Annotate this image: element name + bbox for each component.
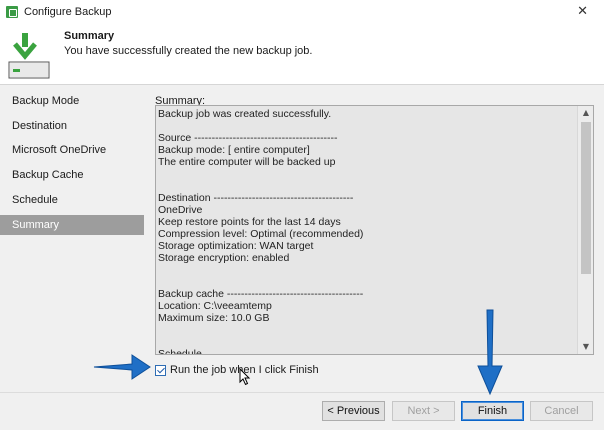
- close-icon[interactable]: ✕: [577, 4, 588, 19]
- scroll-up-icon[interactable]: ▲: [578, 106, 593, 120]
- annotation-arrow-right-icon: [93, 354, 151, 380]
- sidebar-item-backup-cache[interactable]: Backup Cache: [0, 165, 144, 185]
- app-icon: [6, 6, 18, 18]
- sidebar-item-microsoft-onedrive[interactable]: Microsoft OneDrive: [0, 140, 144, 160]
- next-button[interactable]: Next >: [392, 401, 455, 421]
- summary-text: Backup job was created successfully. Sou…: [158, 108, 364, 355]
- run-job-option: Run the job when I click Finish: [155, 364, 319, 376]
- sidebar-item-schedule[interactable]: Schedule: [0, 190, 144, 210]
- page-title: Summary: [64, 30, 115, 42]
- scroll-down-icon[interactable]: ▼: [578, 340, 593, 354]
- download-drive-icon: [8, 33, 50, 79]
- wizard-sidebar: Backup Mode Destination Microsoft OneDri…: [0, 85, 146, 392]
- summary-scrollbar[interactable]: ▲ ▼: [577, 106, 593, 354]
- title-bar: Configure Backup ✕: [0, 0, 604, 24]
- footer-divider: [0, 392, 604, 393]
- cancel-button[interactable]: Cancel: [530, 401, 593, 421]
- summary-textbox[interactable]: Backup job was created successfully. Sou…: [155, 105, 594, 355]
- finish-button[interactable]: Finish: [461, 401, 524, 421]
- scroll-thumb[interactable]: [581, 122, 591, 274]
- previous-button[interactable]: < Previous: [322, 401, 385, 421]
- page-subtitle: You have successfully created the new ba…: [64, 45, 313, 57]
- sidebar-item-destination[interactable]: Destination: [0, 116, 144, 136]
- wizard-header: Summary You have successfully created th…: [0, 24, 604, 85]
- sidebar-item-summary[interactable]: Summary: [0, 215, 144, 235]
- mouse-cursor-icon: [239, 368, 251, 386]
- window-title: Configure Backup: [24, 6, 112, 18]
- run-job-checkbox[interactable]: [155, 364, 166, 376]
- annotation-arrow-down-icon: [477, 309, 503, 396]
- sidebar-item-backup-mode[interactable]: Backup Mode: [0, 91, 144, 111]
